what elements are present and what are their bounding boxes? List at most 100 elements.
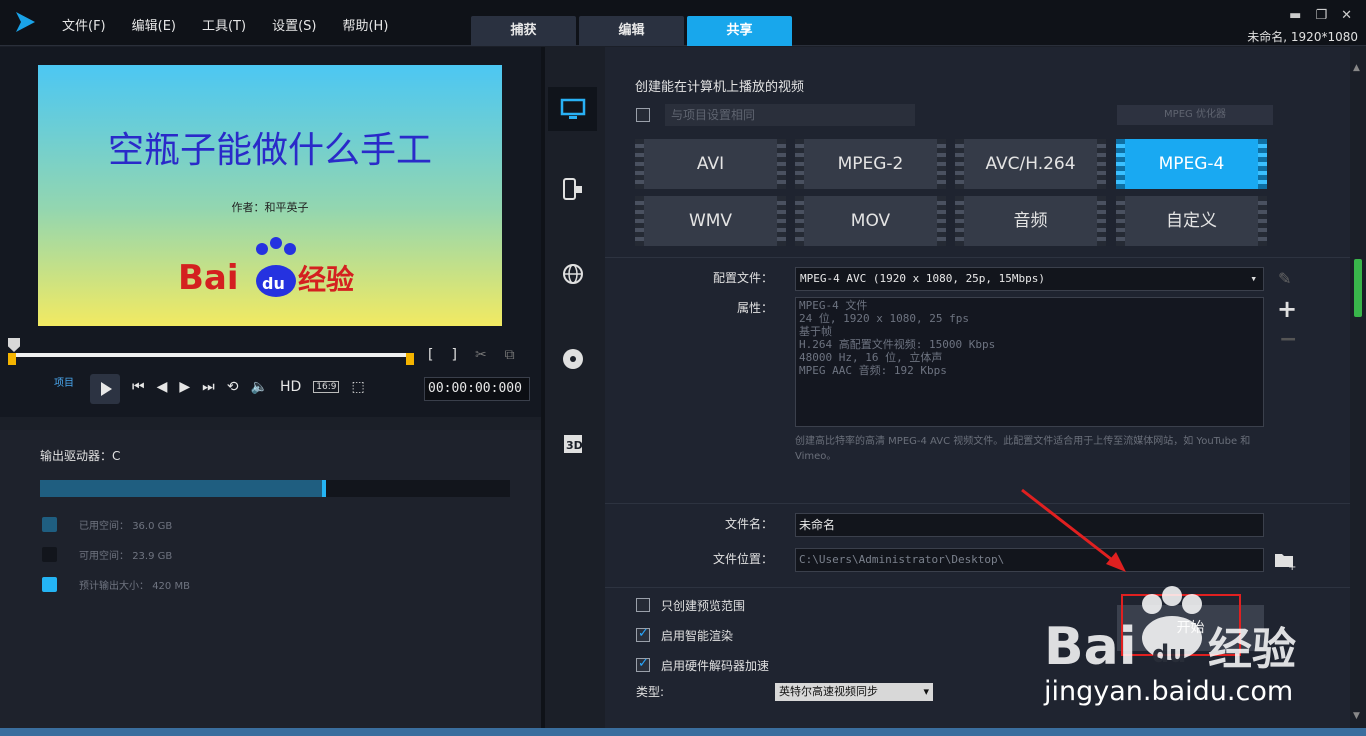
scroll-down-icon[interactable]: ▼: [1353, 711, 1360, 721]
location-label: 文件位置：: [712, 552, 773, 566]
prev-frame-icon[interactable]: ◀︎: [157, 379, 168, 395]
mark-out-bracket-icon[interactable]: ]: [451, 347, 456, 363]
preview-title: 空瓶子能做什么手工: [107, 130, 432, 171]
legend-estimated-value: 420 MB: [152, 581, 190, 592]
scrubber-handle[interactable]: [8, 338, 20, 352]
next-frame-icon[interactable]: ▶︎: [179, 379, 190, 395]
menu-tools[interactable]: 工具(T): [202, 15, 246, 34]
filename-label: 文件名：: [724, 517, 773, 531]
watermark-url: jingyan.baidu.com: [1044, 676, 1294, 707]
format-wmv[interactable]: WMV: [635, 196, 786, 246]
tab-share[interactable]: 共享: [687, 16, 792, 46]
mark-out-icon[interactable]: [406, 353, 414, 365]
3d-icon[interactable]: 3D: [548, 422, 597, 466]
workspace-tabs: 捕获 编辑 共享: [471, 16, 792, 46]
web-globe-icon[interactable]: [548, 252, 597, 296]
property-line: MPEG AAC 音频: 192 Kbps: [799, 364, 947, 377]
profile-select[interactable]: MPEG-4 AVC (1920 x 1080, 25p, 15Mbps) ▾: [795, 267, 1264, 291]
drive-usage-bar: [40, 480, 510, 497]
format-avc[interactable]: AVC/H.264: [955, 139, 1106, 189]
transport-controls: ⏮ ◀︎ ▶︎ ⏭ ⟲ 🔈 HD 16:9 ⬚: [132, 379, 365, 395]
repeat-icon[interactable]: ⟲: [227, 379, 239, 395]
playback-controls: 项目 ⏮ ◀︎ ▶︎ ⏭ ⟲ 🔈 HD 16:9 ⬚ 00:00:00:000: [54, 373, 534, 407]
section-title: 创建能在计算机上播放的视频: [635, 80, 805, 95]
mark-in-icon[interactable]: [8, 353, 16, 365]
scroll-up-icon[interactable]: ▲: [1353, 63, 1360, 73]
scroll-thumb[interactable]: [1354, 259, 1362, 317]
hw-decoder-checkbox[interactable]: [636, 656, 650, 672]
go-start-icon[interactable]: ⏮: [132, 379, 145, 395]
format-mpeg2[interactable]: MPEG-2: [795, 139, 946, 189]
preview-author: 作者：和平英子: [231, 201, 309, 214]
remove-profile-icon[interactable]: −: [1279, 327, 1297, 352]
device-icon[interactable]: [548, 167, 597, 211]
minimize-icon[interactable]: ▬: [1289, 8, 1301, 23]
format-audio[interactable]: 音频: [955, 196, 1106, 246]
svg-text:du: du: [1152, 640, 1186, 668]
drive-output-fill: [322, 480, 326, 497]
legend-free: 可用空间： 23.9 GB: [42, 547, 172, 562]
svg-text:Bai: Bai: [178, 258, 239, 298]
separator: [605, 257, 1350, 258]
computer-icon[interactable]: [548, 87, 597, 131]
mark-in-bracket-icon[interactable]: [: [428, 347, 433, 363]
resize-icon[interactable]: ⬚: [351, 379, 364, 395]
profile-value: MPEG-4 AVC (1920 x 1080, 25p, 15Mbps): [800, 272, 1046, 285]
svg-text:+: +: [1288, 562, 1296, 570]
legend-estimated-label: 预计输出大小：: [79, 581, 149, 592]
same-as-project-select[interactable]: 与项目设置相同: [665, 104, 915, 126]
menu-help[interactable]: 帮助(H): [342, 15, 388, 34]
go-end-icon[interactable]: ⏭: [202, 379, 215, 395]
same-as-project-checkbox[interactable]: [636, 108, 650, 122]
restore-icon[interactable]: ❐: [1315, 8, 1327, 23]
scissors-icon[interactable]: ✂: [475, 347, 487, 363]
mpeg-optimizer-button[interactable]: MPEG 优化器: [1117, 105, 1273, 125]
vertical-scrollbar[interactable]: ▲ ▼: [1350, 47, 1366, 736]
used-swatch: [42, 517, 57, 532]
format-custom[interactable]: 自定义: [1116, 196, 1267, 246]
volume-icon[interactable]: 🔈: [251, 379, 268, 395]
menu-settings[interactable]: 设置(S): [272, 15, 316, 34]
smart-render-checkbox[interactable]: [636, 626, 650, 642]
svg-text:3D: 3D: [566, 439, 583, 452]
separator: [605, 503, 1350, 504]
legend-free-value: 23.9 GB: [132, 551, 173, 562]
tab-edit[interactable]: 编辑: [579, 16, 684, 46]
disc-icon[interactable]: [548, 337, 597, 381]
hw-decoder-label: 启用硬件解码器加速: [661, 659, 770, 673]
format-mpeg4[interactable]: MPEG-4: [1116, 139, 1267, 189]
add-profile-icon[interactable]: +: [1277, 295, 1297, 323]
svg-text:经验: 经验: [1208, 624, 1296, 675]
aspect-ratio-button[interactable]: 16:9: [313, 381, 340, 393]
play-button[interactable]: [90, 374, 120, 404]
preview-range-checkbox[interactable]: [636, 598, 650, 612]
property-line: 基于帧: [799, 325, 832, 338]
browse-folder-icon[interactable]: +: [1273, 550, 1297, 570]
legend-free-label: 可用空间：: [79, 551, 129, 562]
format-mov[interactable]: MOV: [795, 196, 946, 246]
estimated-swatch: [42, 577, 57, 592]
properties-label: 属性：: [736, 301, 773, 315]
edit-pencil-icon[interactable]: ✎: [1278, 269, 1291, 288]
menu-file[interactable]: 文件(F): [62, 15, 106, 34]
preview-area: 空瓶子能做什么手工 作者：和平英子 Bai du 经验 [ ] ✂ ⧉ 项目 ⏮: [0, 47, 541, 417]
type-label: 类型:: [636, 685, 665, 699]
enlarge-preview-icon[interactable]: ⧉: [505, 347, 515, 363]
properties-box: MPEG-4 文件 24 位, 1920 x 1080, 25 fps 基于帧 …: [795, 297, 1264, 427]
hd-toggle[interactable]: HD: [280, 379, 301, 395]
property-line: MPEG-4 文件: [799, 299, 868, 312]
property-line: 24 位, 1920 x 1080, 25 fps: [799, 312, 969, 325]
timecode-display[interactable]: 00:00:00:000: [424, 377, 530, 401]
project-mode-label[interactable]: 项目: [54, 374, 74, 389]
legend-used-value: 36.0 GB: [132, 521, 173, 532]
menu-edit[interactable]: 编辑(E): [132, 15, 176, 34]
profile-description: 创建高比特率的高清 MPEG-4 AVC 视频文件。此配置文件适合用于上传至流媒…: [795, 436, 1251, 462]
type-select[interactable]: 英特尔高速视频同步 ▾: [775, 683, 933, 701]
close-icon[interactable]: ✕: [1341, 8, 1352, 23]
trim-controls: [ ] ✂ ⧉: [428, 347, 515, 363]
timeline-scrubber[interactable]: [14, 353, 410, 357]
app-logo-icon: [16, 12, 35, 32]
type-value: 英特尔高速视频同步: [779, 685, 878, 698]
tab-capture[interactable]: 捕获: [471, 16, 576, 46]
format-avi[interactable]: AVI: [635, 139, 786, 189]
